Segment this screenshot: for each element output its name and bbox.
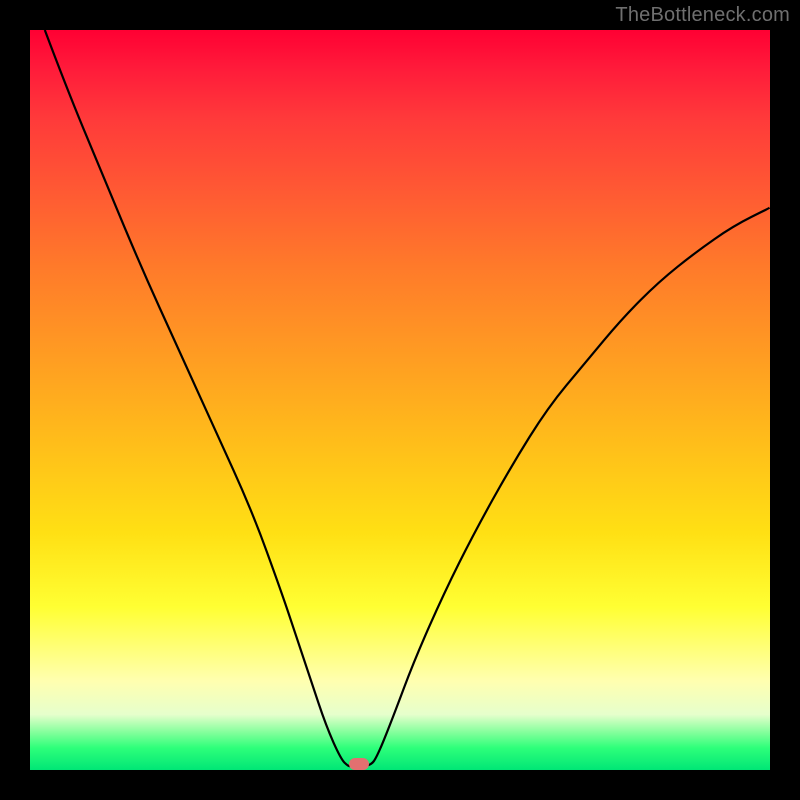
watermark-text: TheBottleneck.com (615, 4, 790, 27)
bottleneck-curve-path (45, 30, 770, 766)
bottleneck-curve-svg (30, 30, 770, 770)
plot-area (30, 30, 770, 770)
minimum-marker-icon (349, 758, 369, 770)
chart-frame: TheBottleneck.com (0, 0, 800, 800)
